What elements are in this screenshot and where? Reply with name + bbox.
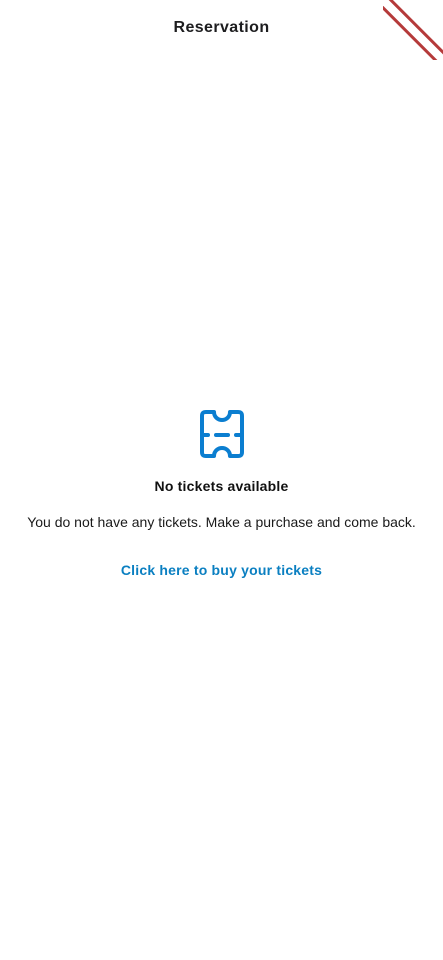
page-title: Reservation (173, 19, 270, 36)
buy-tickets-link[interactable]: Click here to buy your tickets (121, 562, 322, 578)
ticket-icon (199, 410, 244, 458)
empty-state: No tickets available You do not have any… (0, 408, 443, 578)
app-header: Reservation (0, 0, 443, 56)
empty-state-message: You do not have any tickets. Make a purc… (27, 514, 416, 530)
reservation-screen: Reservation No tickets available You do … (0, 0, 443, 960)
empty-state-title: No tickets available (154, 478, 289, 494)
